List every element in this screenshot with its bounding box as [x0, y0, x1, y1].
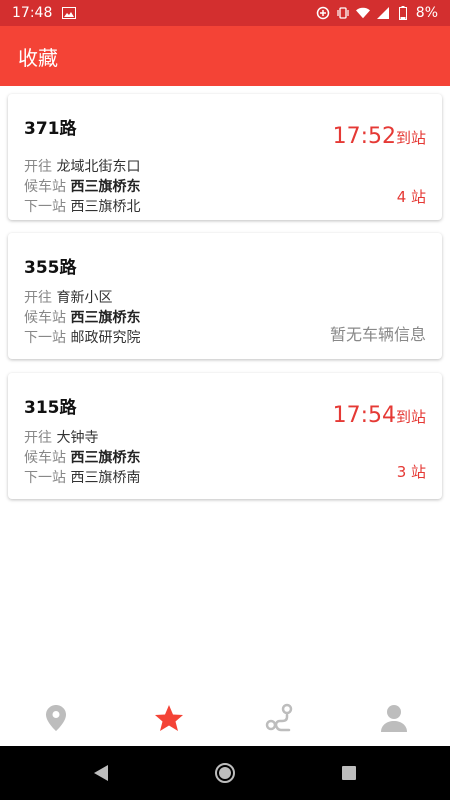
direction-line: 开往 育新小区 — [24, 290, 113, 306]
wait-station-line: 候车站 西三旗桥东 — [24, 450, 141, 466]
stops-away: 3 站 — [396, 463, 426, 481]
route-name: 371路 — [24, 119, 77, 139]
nav-profile[interactable] — [338, 690, 450, 746]
wifi-icon — [355, 6, 370, 20]
route-icon — [266, 703, 293, 732]
arrival-time: 17:52到站 — [332, 124, 426, 149]
wait-station-line: 候车站 西三旗桥东 — [24, 179, 141, 195]
person-icon — [380, 705, 407, 732]
app-bar: 收藏 — [0, 26, 450, 86]
status-bar: 17:48 8% — [0, 0, 450, 26]
nav-nearby[interactable] — [0, 690, 113, 746]
home-circle-icon — [215, 763, 235, 783]
page-title: 收藏 — [18, 45, 58, 70]
status-time: 17:48 — [12, 5, 53, 21]
nav-route[interactable] — [225, 690, 338, 746]
nav-favorites[interactable] — [113, 690, 226, 746]
route-name: 315路 — [24, 398, 77, 418]
system-nav-bar — [0, 746, 450, 800]
recents-button[interactable] — [337, 761, 361, 785]
favorite-card[interactable]: 315路 开往 大钟寺 候车站 西三旗桥东 下一站 西三旗桥南 17:54到站 … — [8, 373, 442, 499]
vibrate-icon — [336, 6, 350, 20]
wait-station-line: 候车站 西三旗桥东 — [24, 310, 141, 326]
star-icon — [154, 705, 183, 731]
next-station-line: 下一站 邮政研究院 — [24, 330, 141, 346]
direction-line: 开往 大钟寺 — [24, 430, 99, 446]
battery-icon — [396, 6, 410, 20]
location-pin-icon — [46, 705, 67, 731]
favorite-card[interactable]: 355路 开往 育新小区 候车站 西三旗桥东 下一站 邮政研究院 暂无车辆信息 — [8, 233, 442, 359]
back-button[interactable] — [89, 761, 113, 785]
battery-level: 8% — [415, 5, 438, 21]
arrival-time: 17:54到站 — [332, 403, 426, 428]
route-name: 355路 — [24, 258, 77, 278]
back-triangle-icon — [94, 765, 108, 781]
direction-line: 开往 龙域北街东口 — [24, 159, 141, 175]
next-station-line: 下一站 西三旗桥北 — [24, 199, 141, 215]
home-button[interactable] — [213, 761, 237, 785]
no-vehicle-info: 暂无车辆信息 — [329, 325, 426, 344]
bottom-nav — [0, 690, 450, 746]
stops-away: 4 站 — [396, 188, 426, 206]
data-saver-icon — [316, 6, 330, 20]
signal-icon — [376, 6, 390, 20]
favorite-card[interactable]: 371路 开往 龙域北街东口 候车站 西三旗桥东 下一站 西三旗桥北 17:52… — [8, 94, 442, 220]
recents-square-icon — [342, 766, 356, 780]
next-station-line: 下一站 西三旗桥南 — [24, 470, 141, 486]
image-notification-icon — [62, 6, 77, 20]
